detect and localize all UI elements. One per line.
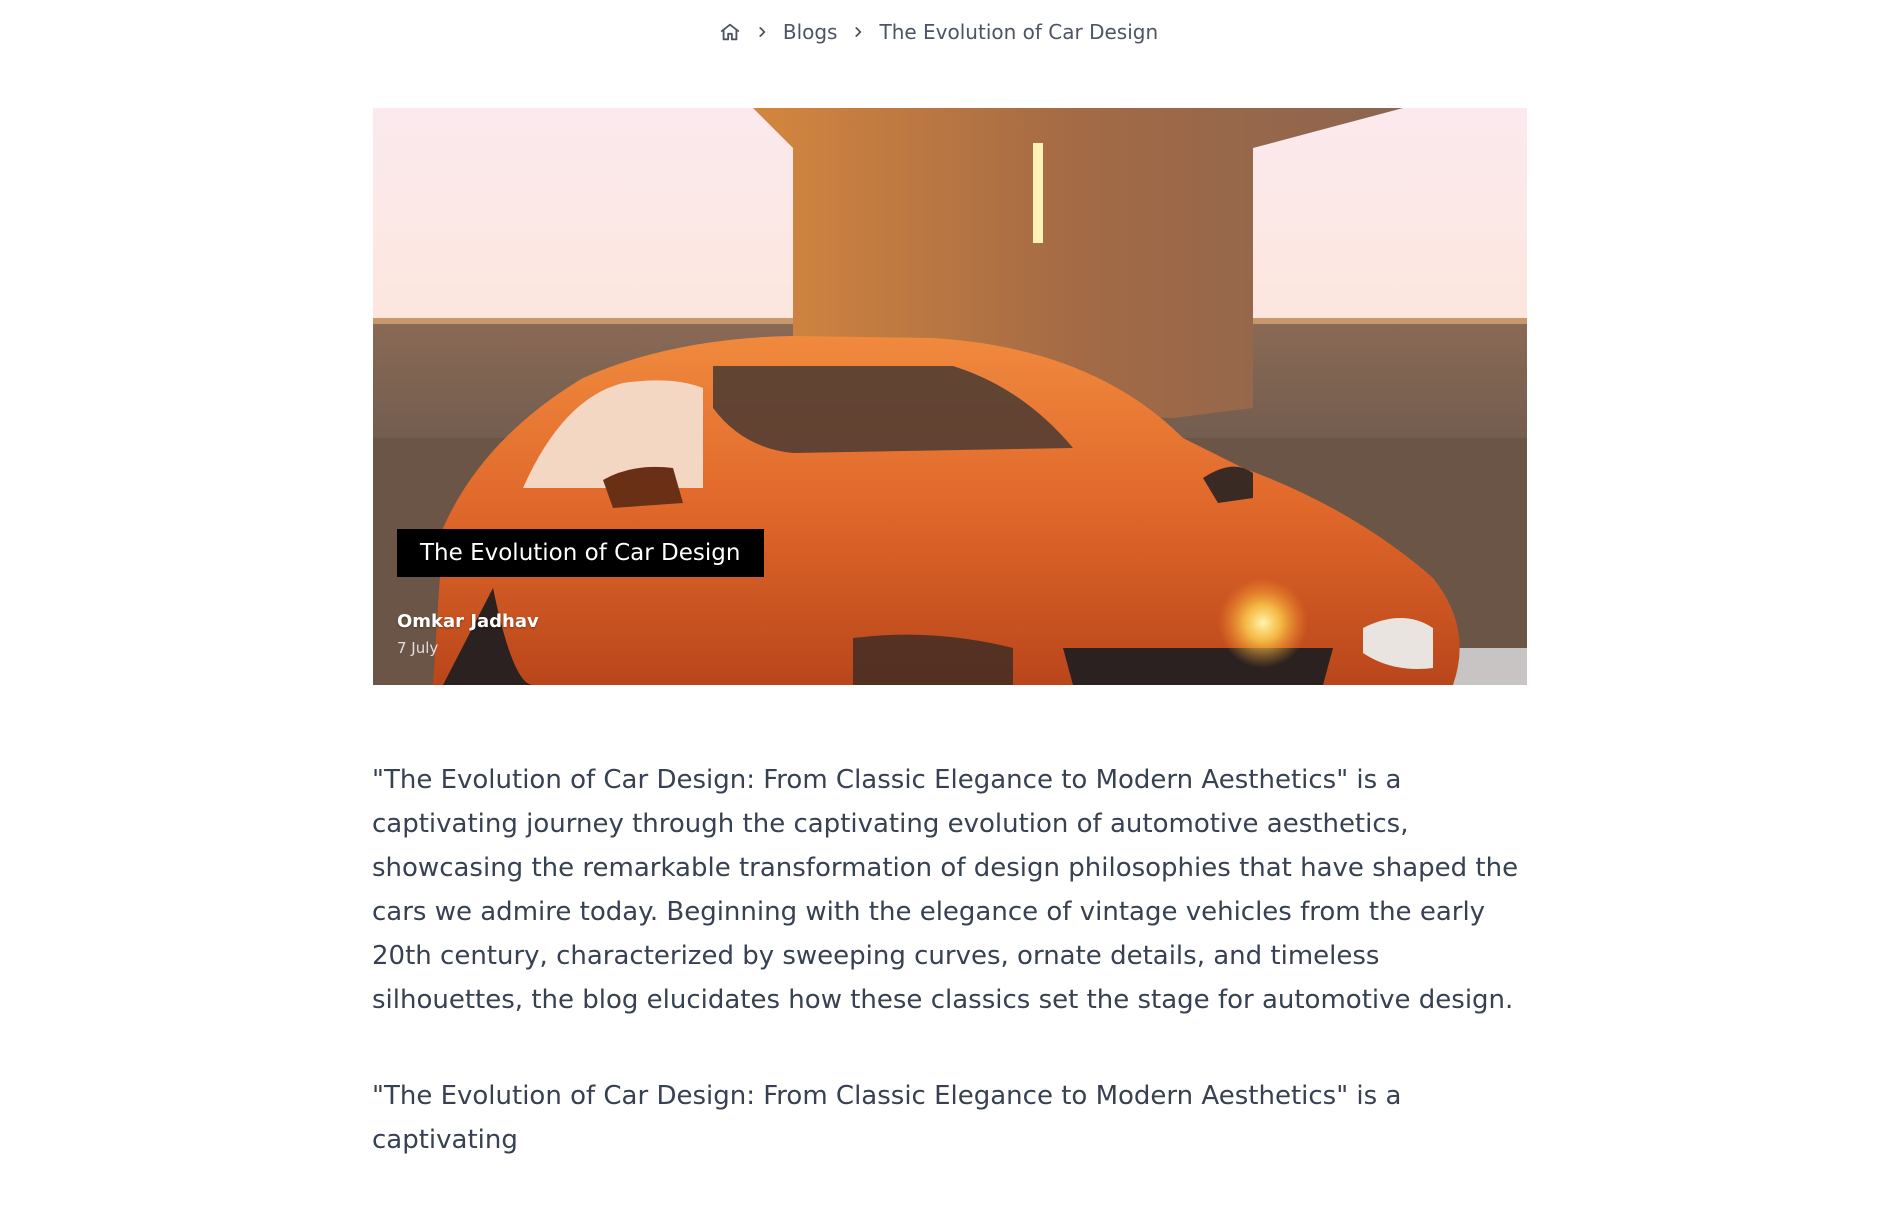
chevron-right-icon [851, 25, 865, 39]
author-name: Omkar Jadhav [397, 611, 539, 632]
article-paragraph: "The Evolution of Car Design: From Class… [372, 1081, 1402, 1155]
car-photo [373, 108, 1527, 685]
article-paragraph: "The Evolution of Car Design: From Class… [372, 765, 1519, 1015]
publish-date: 7 July [397, 639, 439, 657]
hero-image: The Evolution of Car Design Omkar Jadhav… [373, 108, 1527, 685]
breadcrumb-current-page: The Evolution of Car Design [879, 20, 1159, 44]
home-icon[interactable] [719, 21, 741, 43]
chevron-right-icon [755, 25, 769, 39]
article-body: "The Evolution of Car Design: From Class… [372, 758, 1522, 1214]
hero-title: The Evolution of Car Design [397, 529, 765, 577]
breadcrumb: Blogs The Evolution of Car Design [0, 20, 1877, 44]
breadcrumb-blogs-link[interactable]: Blogs [783, 20, 838, 44]
